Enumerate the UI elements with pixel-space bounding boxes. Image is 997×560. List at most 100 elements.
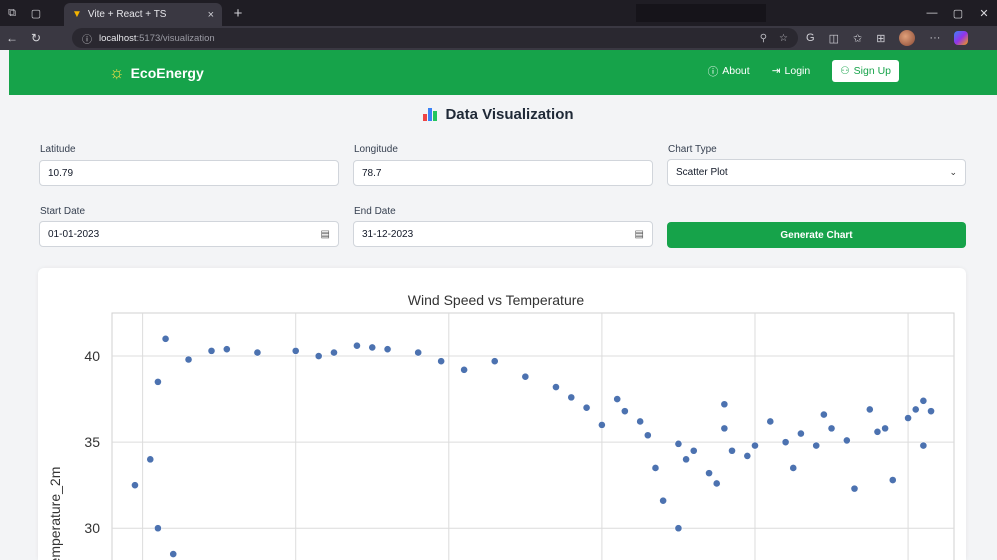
scatter-point: [651, 464, 660, 472]
plot-background: [111, 312, 955, 560]
scatter-point: [827, 424, 836, 433]
tab-close-icon[interactable]: ×: [208, 9, 214, 21]
chart-title: Wind Speed vs Temperature: [408, 292, 585, 308]
profile-avatar[interactable]: [899, 30, 916, 46]
scatter-point: [766, 417, 775, 426]
tab-actions-icon[interactable]: ▢: [24, 0, 48, 26]
window-controls: — ▢ ✕: [919, 0, 997, 26]
scatter-point: [797, 429, 805, 438]
scatter-point: [184, 355, 193, 364]
url-path: :5173/visualization: [136, 32, 215, 44]
collections-icon[interactable]: ⊞: [876, 32, 885, 45]
chart-type-select[interactable]: Scatter Plot ⌄: [667, 159, 966, 186]
calendar-icon[interactable]: ▤: [321, 229, 330, 240]
page-title-text: Data Visualization: [445, 106, 574, 123]
scatter-point: [643, 431, 652, 440]
start-date-label: Start Date: [40, 206, 86, 217]
favorites-icon[interactable]: ✩: [853, 32, 862, 45]
scatter-point: [368, 343, 377, 352]
site-info-icon[interactable]: ⓘ: [82, 31, 92, 46]
scatter-point: [842, 436, 851, 445]
about-link[interactable]: ⓘ About: [708, 64, 750, 79]
scatter-point: [291, 346, 300, 355]
end-date-input[interactable]: 31-12-2023 ▤: [353, 221, 653, 247]
longitude-input[interactable]: 78.7: [353, 160, 653, 186]
scatter-point: [414, 348, 423, 357]
signup-label: Sign Up: [853, 65, 891, 77]
generate-chart-button[interactable]: Generate Chart: [667, 222, 966, 248]
scatter-point: [689, 446, 698, 455]
latitude-label: Latitude: [40, 144, 76, 155]
scatter-point: [253, 348, 262, 357]
start-date-input[interactable]: 01-01-2023 ▤: [39, 221, 339, 247]
scatter-point: [720, 400, 729, 409]
start-date-value: 01-01-2023: [48, 228, 100, 240]
scatter-point: [927, 407, 935, 416]
scatter-point: [674, 439, 683, 448]
tab-title: Vite + React + TS: [87, 9, 167, 20]
calendar-icon[interactable]: ▤: [635, 229, 644, 240]
scatter-point: [620, 407, 629, 416]
new-tab-button[interactable]: +: [228, 3, 248, 23]
refresh-icon[interactable]: ↻: [24, 26, 48, 50]
maximize-icon[interactable]: ▢: [945, 0, 971, 26]
scatter-point: [521, 372, 530, 381]
scatter-point: [659, 496, 668, 505]
scatter-point: [812, 441, 821, 450]
minimize-icon[interactable]: —: [919, 0, 945, 26]
plot-area: 30 35 40: [84, 312, 955, 560]
scatter-point: [881, 424, 890, 433]
scatter-point: [582, 403, 591, 412]
longitude-label: Longitude: [354, 144, 398, 155]
search-key-icon[interactable]: ⚲: [760, 33, 767, 44]
browser-tab[interactable]: ▼ Vite + React + TS ×: [64, 3, 222, 26]
vite-favicon-icon: ▼: [72, 9, 82, 20]
login-icon: ⇥: [771, 65, 781, 77]
split-screen-icon[interactable]: ◫: [829, 32, 839, 45]
y-tick-label: 40: [84, 348, 100, 364]
scatter-point: [865, 405, 874, 414]
latitude-input[interactable]: 10.79: [39, 160, 339, 186]
signup-button[interactable]: ⚇ Sign Up: [832, 60, 899, 82]
browser-right-tools: G ◫ ✩ ⊞ ···: [806, 28, 969, 48]
latitude-value: 10.79: [48, 167, 74, 179]
scatter-point: [819, 410, 828, 419]
scatter-point: [850, 484, 859, 493]
scatter-point: [873, 427, 882, 436]
workspaces-icon[interactable]: ⧉: [0, 0, 24, 26]
url-text: localhost:5173/visualization: [99, 33, 215, 44]
y-axis-label: temperature_2m: [47, 467, 63, 560]
scatter-point: [460, 365, 469, 374]
scatter-point: [674, 524, 683, 533]
close-window-icon[interactable]: ✕: [971, 0, 997, 26]
y-tick-label: 30: [84, 520, 100, 536]
back-icon[interactable]: ←: [0, 26, 24, 50]
scatter-point: [207, 346, 216, 355]
login-label: Login: [784, 65, 811, 77]
scatter-point: [904, 414, 912, 422]
scatter-point: [712, 479, 721, 488]
header-nav: ⓘ About ⇥ Login ⚇ Sign Up: [708, 60, 899, 82]
scatter-point: [552, 383, 560, 391]
address-tools: ⚲ ☆: [760, 33, 788, 44]
scatter-point: [728, 446, 736, 455]
scatter-point: [636, 417, 645, 426]
address-bar[interactable]: ⓘ localhost:5173/visualization ⚲ ☆: [72, 28, 798, 48]
login-link[interactable]: ⇥ Login: [772, 65, 811, 77]
scatter-point: [169, 550, 178, 558]
page-title: Data Visualization: [0, 106, 997, 123]
favorite-star-icon[interactable]: ☆: [779, 33, 788, 44]
more-options-icon[interactable]: ···: [929, 32, 940, 44]
chevron-down-icon: ⌄: [949, 167, 957, 177]
scatter-point: [154, 377, 162, 386]
url-host: localhost: [99, 32, 137, 44]
copilot-icon[interactable]: [954, 31, 969, 45]
refresh-extension-icon[interactable]: G: [806, 32, 815, 44]
scatter-point: [705, 469, 713, 478]
brand[interactable]: ☼ EcoEnergy: [109, 63, 204, 83]
scatter-point: [146, 455, 155, 464]
longitude-value: 78.7: [362, 167, 382, 179]
app-header: ☼ EcoEnergy ⓘ About ⇥ Login ⚇ Sign Up: [9, 50, 997, 95]
brand-name: EcoEnergy: [130, 65, 204, 81]
scatter-point: [751, 441, 759, 450]
